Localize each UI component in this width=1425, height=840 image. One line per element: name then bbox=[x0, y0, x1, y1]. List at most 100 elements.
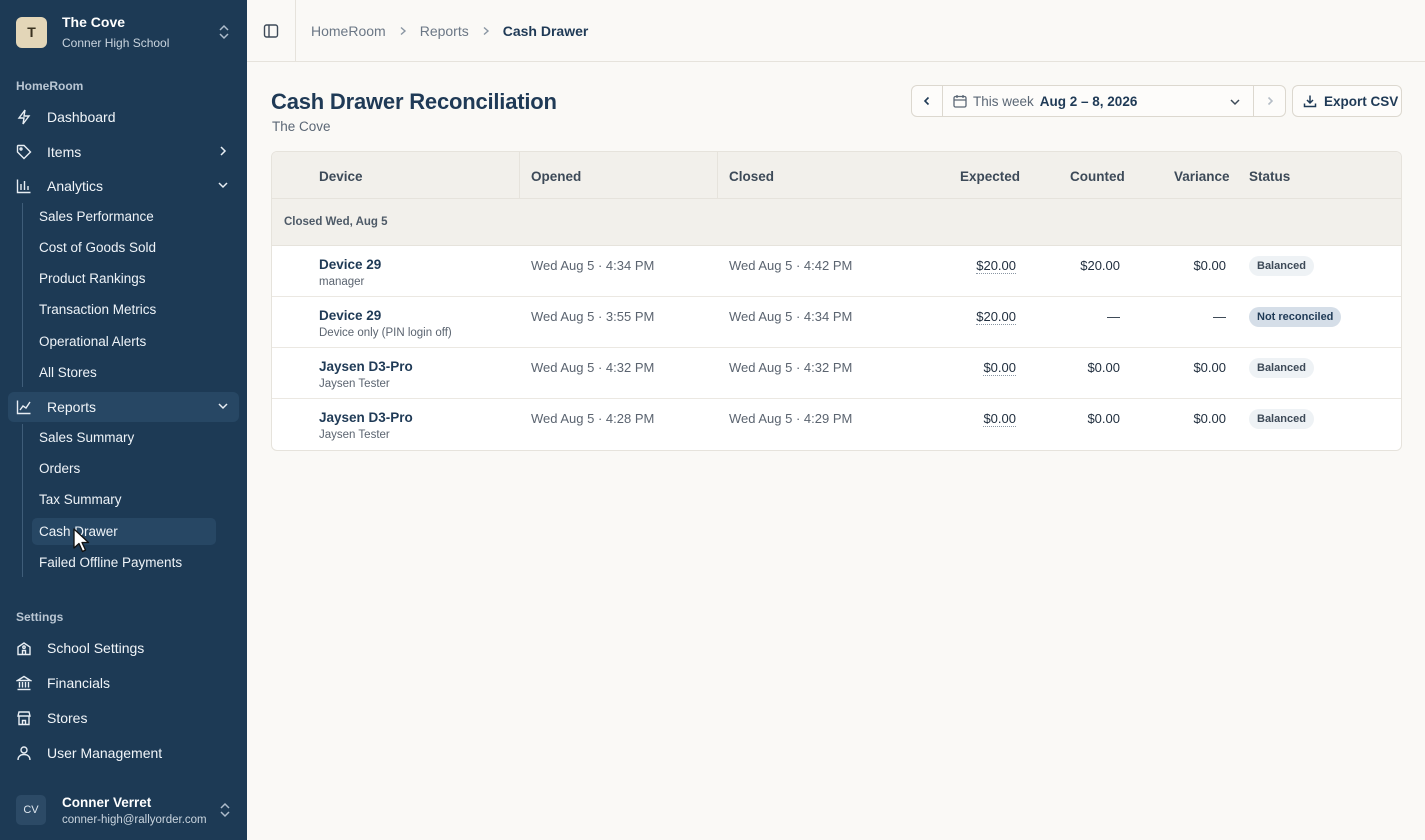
group-label: Closed Wed, Aug 5 bbox=[284, 216, 388, 228]
table-row[interactable]: Jaysen D3-Pro Jaysen Tester Wed Aug 5 · … bbox=[272, 399, 1401, 450]
sidebar-subitem-sales-summary[interactable]: Sales Summary bbox=[32, 424, 216, 451]
sidebar-subitem-all-stores[interactable]: All Stores bbox=[32, 359, 216, 386]
school-icon bbox=[16, 640, 32, 656]
sidebar-item-financials[interactable]: Financials bbox=[8, 668, 239, 698]
expected-amount[interactable]: $0.00 bbox=[983, 411, 1016, 427]
bar-chart-icon bbox=[16, 178, 32, 194]
sidebar-subitem-orders[interactable]: Orders bbox=[32, 455, 216, 482]
export-csv-button[interactable]: Export CSV bbox=[1292, 85, 1402, 117]
closed-time: Wed Aug 5 · 4:34 PM bbox=[729, 309, 853, 324]
sidebar-item-label: Dashboard bbox=[47, 109, 116, 125]
line-chart-icon bbox=[16, 399, 32, 415]
sidebar-subitem-transaction-metrics[interactable]: Transaction Metrics bbox=[32, 296, 216, 323]
group-header: Closed Wed, Aug 5 bbox=[272, 199, 1401, 246]
breadcrumb-current: Cash Drawer bbox=[502, 22, 589, 39]
cash-drawer-table: Device Opened Closed Expected Counted Va… bbox=[271, 151, 1402, 451]
sidebar-subitem-tax-summary[interactable]: Tax Summary bbox=[32, 486, 216, 513]
column-header-closed[interactable]: Closed bbox=[729, 169, 774, 184]
chevron-right-icon bbox=[398, 26, 408, 36]
table-row[interactable]: Device 29 manager Wed Aug 5 · 4:34 PM We… bbox=[272, 246, 1401, 297]
page-title: Cash Drawer Reconciliation bbox=[271, 89, 557, 114]
column-header-status[interactable]: Status bbox=[1249, 169, 1290, 184]
bank-icon bbox=[16, 675, 32, 691]
column-header-variance[interactable]: Variance bbox=[1174, 169, 1230, 184]
counted-amount: $0.00 bbox=[1087, 411, 1120, 426]
device-name: Device 29 bbox=[319, 308, 382, 323]
table-header: Device Opened Closed Expected Counted Va… bbox=[272, 152, 1401, 199]
closed-time: Wed Aug 5 · 4:32 PM bbox=[729, 360, 853, 375]
sidebar-item-label: User Management bbox=[47, 745, 163, 761]
chevron-right-icon bbox=[481, 26, 491, 36]
breadcrumb-homeroom[interactable]: HomeRoom bbox=[311, 23, 386, 39]
mouse-pointer-icon bbox=[73, 528, 90, 553]
tag-icon bbox=[16, 144, 32, 160]
opened-time: Wed Aug 5 · 4:32 PM bbox=[531, 360, 655, 375]
device-name: Device 29 bbox=[319, 257, 382, 272]
sidebar-item-user-management[interactable]: User Management bbox=[8, 738, 239, 768]
expected-amount[interactable]: $20.00 bbox=[976, 258, 1016, 274]
date-range-select[interactable]: This week Aug 2 – 8, 2026 bbox=[943, 86, 1254, 116]
org-name: The Cove bbox=[62, 14, 126, 30]
sidebar-item-analytics[interactable]: Analytics bbox=[8, 171, 239, 201]
column-header-counted[interactable]: Counted bbox=[1070, 169, 1125, 184]
user-menu[interactable]: CV Conner Verret conner-high@rallyorder.… bbox=[8, 788, 239, 832]
breadcrumb-reports[interactable]: Reports bbox=[420, 23, 469, 39]
sidebar-toggle-button[interactable] bbox=[247, 0, 296, 62]
user-icon bbox=[16, 745, 32, 761]
chevron-down-icon bbox=[218, 182, 228, 189]
chevron-down-icon bbox=[1230, 99, 1240, 106]
sidebar-item-reports[interactable]: Reports bbox=[8, 392, 239, 422]
chevron-left-icon bbox=[923, 96, 930, 106]
opened-time: Wed Aug 5 · 4:28 PM bbox=[531, 411, 655, 426]
date-range-label: This week bbox=[973, 93, 1034, 109]
expected-amount[interactable]: $0.00 bbox=[983, 360, 1016, 376]
device-name: Jaysen D3-Pro bbox=[319, 359, 413, 374]
counted-amount: $0.00 bbox=[1087, 360, 1120, 375]
table-row[interactable]: Jaysen D3-Pro Jaysen Tester Wed Aug 5 · … bbox=[272, 348, 1401, 399]
next-period-button[interactable] bbox=[1254, 86, 1285, 116]
sidebar: T The Cove Conner High School HomeRoom D… bbox=[0, 0, 247, 840]
column-header-expected[interactable]: Expected bbox=[960, 169, 1020, 184]
org-school: Conner High School bbox=[62, 36, 170, 50]
section-label-settings: Settings bbox=[16, 610, 64, 624]
sidebar-item-label: Items bbox=[47, 144, 82, 160]
download-icon bbox=[1303, 95, 1317, 108]
bolt-icon bbox=[16, 109, 32, 125]
column-divider bbox=[519, 152, 520, 199]
sidebar-subitem-failed-offline-payments[interactable]: Failed Offline Payments bbox=[32, 549, 216, 576]
sidebar-panel-icon bbox=[263, 23, 279, 38]
date-range-control: This week Aug 2 – 8, 2026 bbox=[911, 85, 1286, 117]
avatar: CV bbox=[16, 795, 46, 825]
previous-period-button[interactable] bbox=[912, 86, 943, 116]
top-bar: HomeRoom Reports Cash Drawer bbox=[247, 0, 1425, 62]
closed-time: Wed Aug 5 · 4:29 PM bbox=[729, 411, 853, 426]
sidebar-item-stores[interactable]: Stores bbox=[8, 703, 239, 733]
sidebar-item-label: Financials bbox=[47, 675, 111, 691]
section-label-homeroom: HomeRoom bbox=[16, 79, 84, 93]
sidebar-subitem-operational-alerts[interactable]: Operational Alerts bbox=[32, 328, 216, 355]
page-subtitle: The Cove bbox=[272, 119, 331, 134]
sidebar-item-dashboard[interactable]: Dashboard bbox=[8, 102, 239, 132]
sidebar-subitem-cost-of-goods-sold[interactable]: Cost of Goods Sold bbox=[32, 234, 216, 261]
org-switcher[interactable]: T The Cove Conner High School bbox=[8, 8, 238, 56]
column-header-device[interactable]: Device bbox=[319, 169, 363, 184]
chevron-right-icon bbox=[1267, 96, 1273, 106]
sidebar-item-label: Reports bbox=[47, 399, 97, 415]
expected-amount[interactable]: $20.00 bbox=[976, 309, 1016, 325]
variance-amount: $0.00 bbox=[1193, 360, 1226, 375]
export-csv-label: Export CSV bbox=[1324, 93, 1399, 109]
sidebar-subitem-sales-performance[interactable]: Sales Performance bbox=[32, 203, 216, 230]
sidebar-item-label: Stores bbox=[47, 710, 88, 726]
user-name: Conner Verret bbox=[62, 794, 152, 810]
column-header-opened[interactable]: Opened bbox=[531, 169, 581, 184]
sidebar-item-items[interactable]: Items bbox=[8, 137, 239, 167]
device-user: Jaysen Tester bbox=[319, 429, 390, 441]
sidebar-subitem-product-rankings[interactable]: Product Rankings bbox=[32, 265, 216, 292]
submenu-line bbox=[22, 203, 23, 387]
sidebar-subitem-cash-drawer[interactable]: Cash Drawer bbox=[32, 518, 216, 545]
table-row[interactable]: Device 29 Device only (PIN login off) We… bbox=[272, 297, 1401, 348]
sidebar-item-label: School Settings bbox=[47, 640, 145, 656]
counted-amount: — bbox=[1107, 309, 1120, 324]
device-user: manager bbox=[319, 276, 365, 288]
sidebar-item-school-settings[interactable]: School Settings bbox=[8, 633, 239, 663]
